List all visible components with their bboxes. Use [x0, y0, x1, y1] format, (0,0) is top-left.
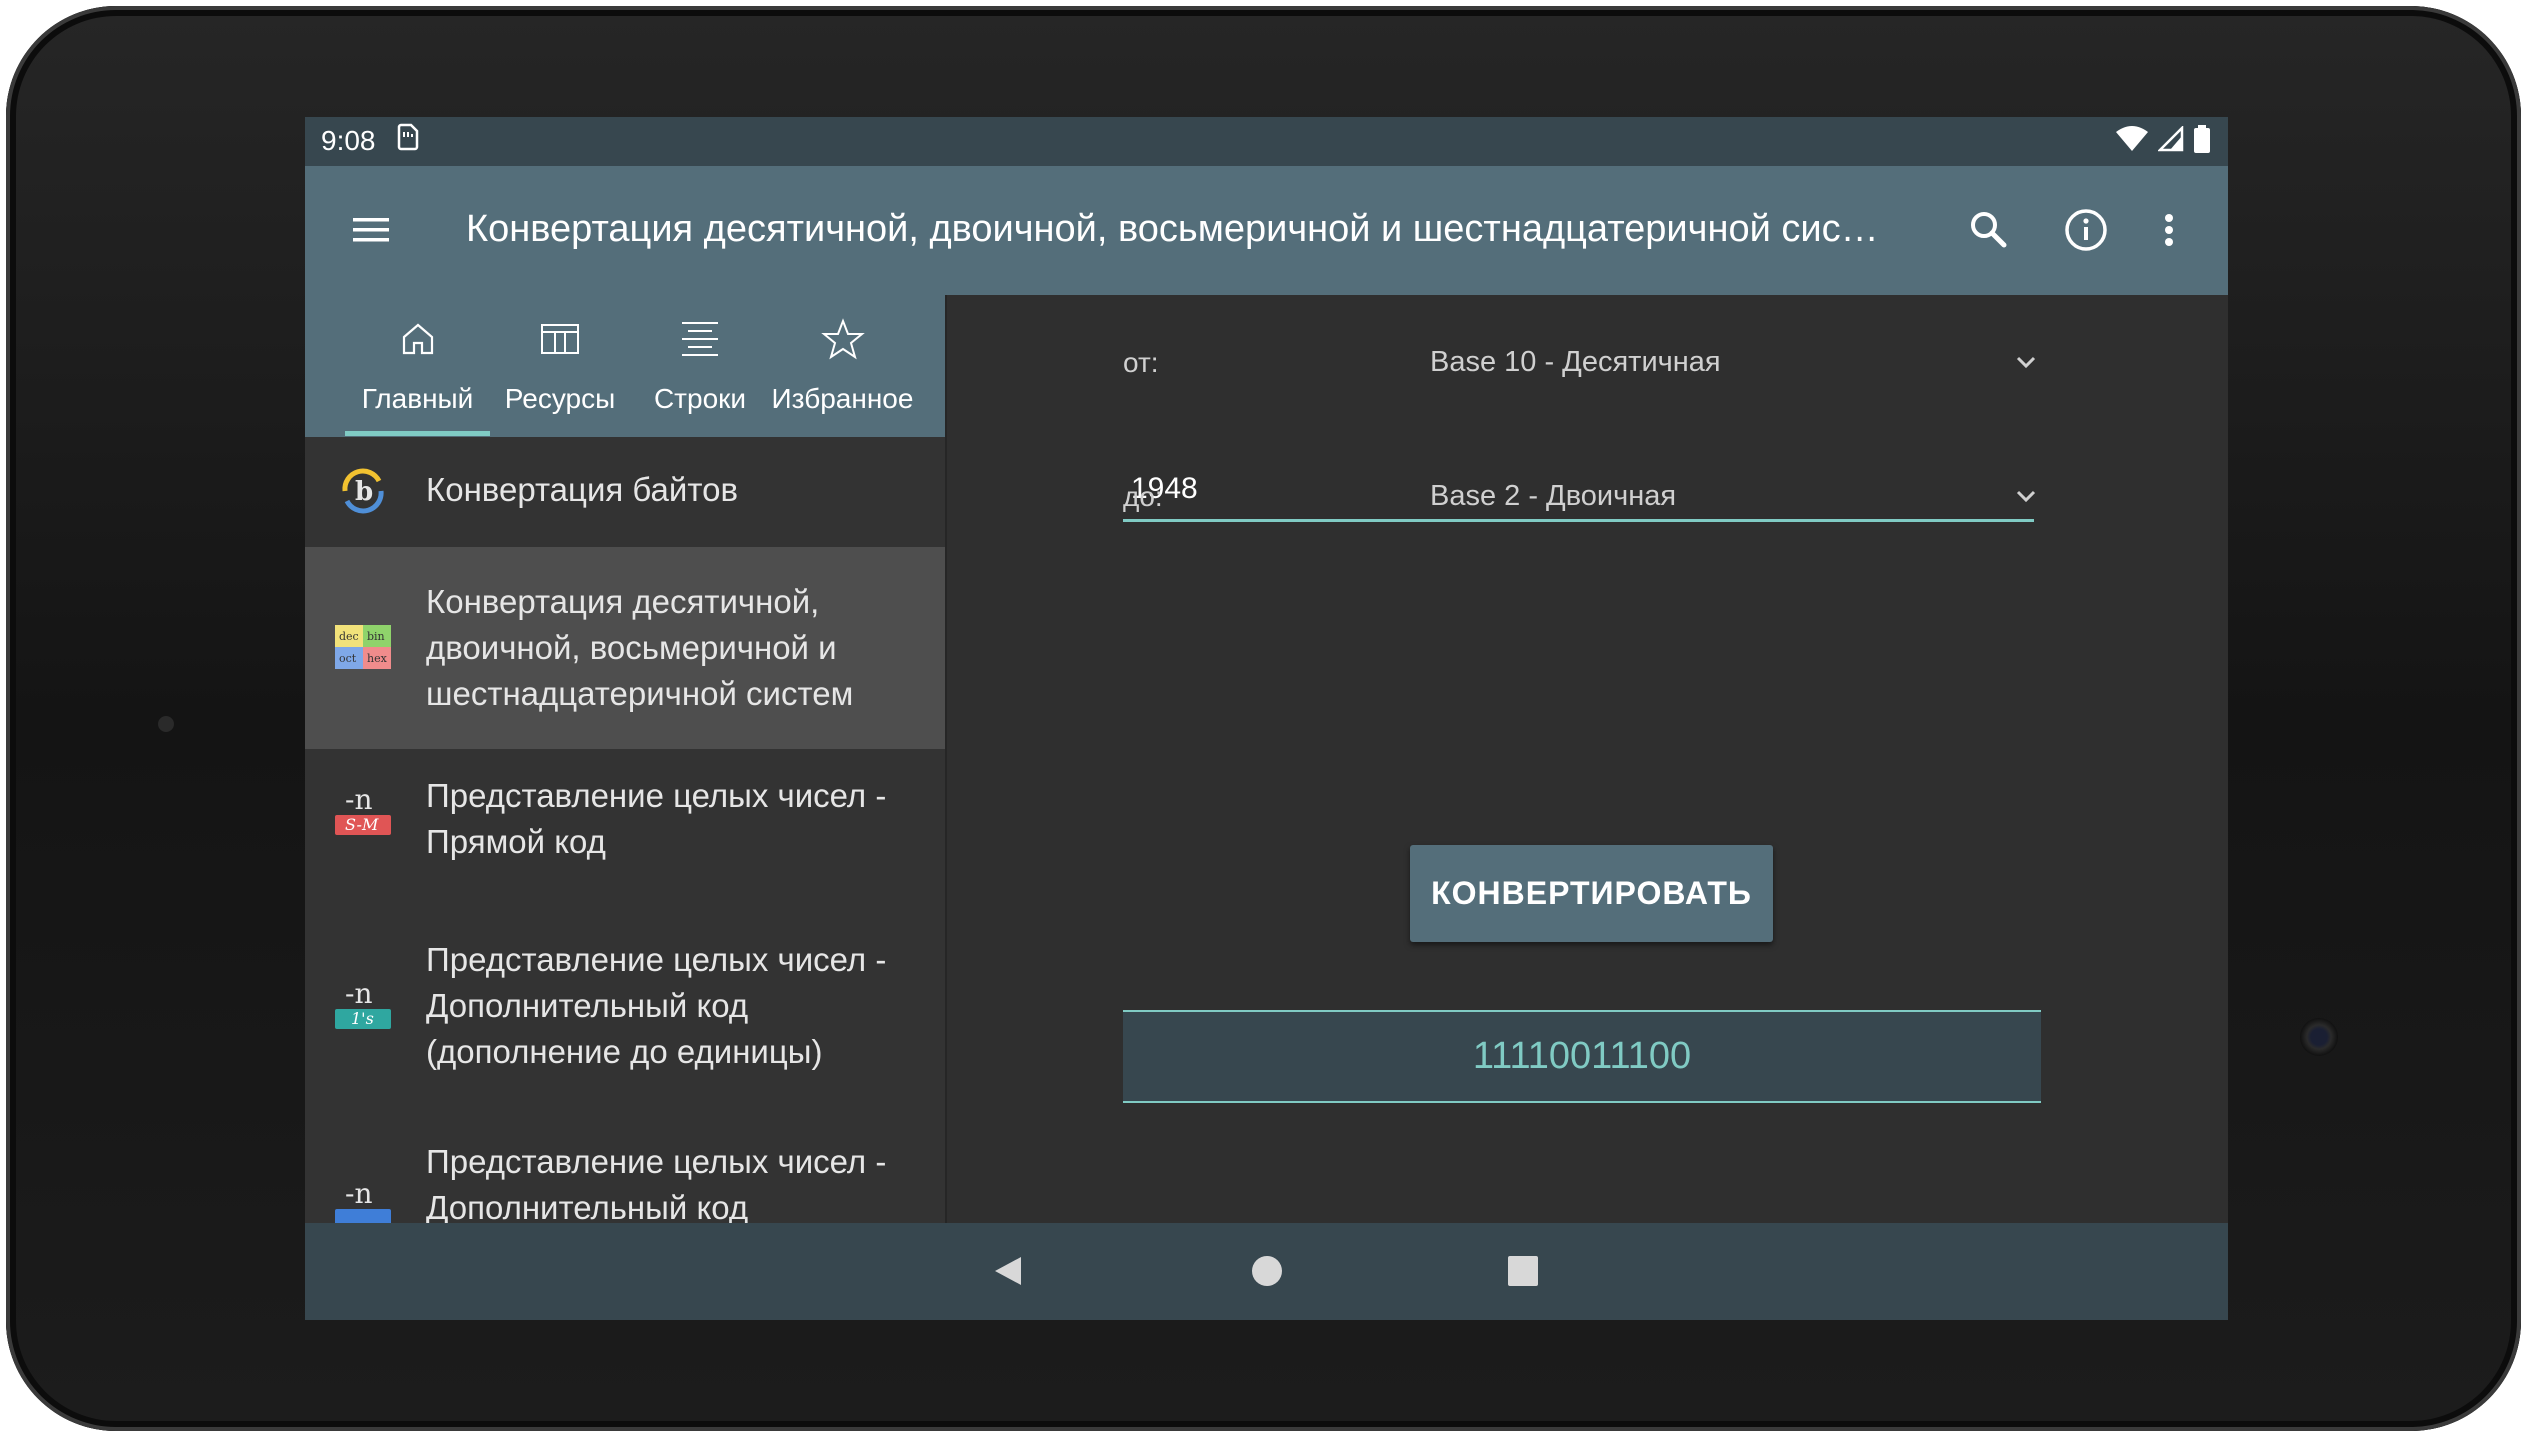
- to-label: до:: [1123, 481, 1163, 512]
- list-item-sign-magnitude[interactable]: -n S-M Представление целых чисел - Прямо…: [305, 749, 945, 919]
- page-title: Конвертация десятичной, двоичной, восьме…: [466, 208, 1886, 250]
- device-screen: 9:08 Конвертация десятичной, двоичной, в…: [305, 117, 2228, 1320]
- table-icon: [538, 317, 582, 361]
- tab-resources[interactable]: Ресурсы: [490, 295, 630, 437]
- icon-text-minus-n: -n: [345, 1177, 373, 1210]
- align-center-icon: [678, 317, 722, 361]
- list-item-label: Конвертация байтов: [426, 471, 738, 508]
- left-panel: Главный Ресурсы Строки Избранное b Конве…: [305, 295, 945, 1223]
- icon-text-bin: bin: [367, 630, 385, 643]
- list-item-twos-complement[interactable]: -n Представление целых чисел - Дополните…: [305, 1119, 945, 1223]
- status-time: 9:08: [321, 125, 376, 156]
- converter-list: b Конвертация байтов dec bin oct hex Кон…: [305, 437, 945, 1223]
- icon-text-ones: 1's: [351, 1009, 374, 1028]
- convert-button[interactable]: КОНВЕРТИРОВАТЬ: [1410, 845, 1773, 942]
- from-base-select[interactable]: Base 10 - Десятичная: [1430, 346, 1721, 379]
- list-item-base-convert[interactable]: dec bin oct hex Конвертация десятичной, …: [305, 547, 945, 749]
- list-item-label: Представление целых чисел - Прямой код: [426, 777, 887, 860]
- chevron-down-icon[interactable]: [2009, 479, 2043, 513]
- result-output: 11110011100: [1123, 1010, 2041, 1103]
- sign-magnitude-icon: -n S-M: [335, 783, 391, 839]
- home-icon: [396, 317, 440, 361]
- info-icon[interactable]: [2060, 204, 2112, 256]
- icon-text-hex: hex: [367, 652, 388, 665]
- tab-label: Строки: [653, 383, 747, 414]
- icon-text-dec: dec: [339, 630, 359, 643]
- app-bar: Конвертация десятичной, двоичной, восьме…: [305, 166, 2228, 295]
- list-item-label: Представление целых чисел - Дополнительн…: [426, 941, 887, 1070]
- sd-card-icon: [397, 123, 419, 158]
- tab-label: Избранное: [771, 383, 914, 414]
- tab-favorites[interactable]: Избранное: [770, 295, 915, 437]
- battery-icon: [2194, 125, 2210, 158]
- star-outline-icon: [820, 317, 865, 361]
- tab-label: Ресурсы: [504, 383, 616, 414]
- list-item-byte-convert[interactable]: b Конвертация байтов: [305, 437, 945, 547]
- tab-label: Главный: [361, 383, 474, 414]
- ones-complement-icon: -n 1's: [335, 977, 391, 1033]
- to-base-select[interactable]: Base 2 - Двоичная: [1430, 480, 1676, 513]
- search-icon[interactable]: [1963, 204, 2015, 256]
- from-label: от:: [1123, 347, 1159, 378]
- recents-icon[interactable]: [1503, 1251, 1543, 1291]
- hamburger-menu-icon[interactable]: [351, 210, 391, 250]
- converter-panel: от: Base 10 - Десятичная 1948 до: Base 2…: [947, 295, 2228, 1223]
- back-icon[interactable]: [989, 1251, 1029, 1291]
- chevron-down-icon[interactable]: [2009, 345, 2043, 379]
- svg-text:b: b: [355, 477, 373, 507]
- dec-bin-oct-hex-icon: dec bin oct hex: [335, 621, 391, 677]
- list-item-label: Конвертация десятичной, двоичной, восьме…: [426, 583, 854, 712]
- cell-signal-icon: [2156, 124, 2184, 157]
- wifi-icon: [2116, 126, 2148, 157]
- front-camera: [2300, 1018, 2338, 1056]
- icon-text-oct: oct: [339, 652, 357, 665]
- status-bar: 9:08: [305, 117, 2228, 166]
- icon-text-sm: S-M: [345, 815, 379, 834]
- icon-text-minus-n: -n: [345, 977, 373, 1010]
- icon-text-minus-n: -n: [345, 783, 373, 816]
- tab-home[interactable]: Главный: [345, 295, 490, 437]
- front-sensor: [158, 716, 174, 732]
- tab-bar: Главный Ресурсы Строки Избранное: [305, 295, 945, 437]
- byte-convert-icon: b: [335, 463, 391, 519]
- selected-tab-indicator: [345, 431, 490, 436]
- list-item-label: Представление целых чисел - Дополнительн…: [426, 1143, 887, 1223]
- home-button-icon[interactable]: [1247, 1251, 1287, 1291]
- twos-complement-icon: -n: [335, 1177, 391, 1223]
- navigation-bar: [305, 1223, 2228, 1320]
- list-item-ones-complement[interactable]: -n 1's Представление целых чисел - Допол…: [305, 919, 945, 1119]
- more-options-icon[interactable]: [2143, 204, 2195, 256]
- tab-strings[interactable]: Строки: [630, 295, 770, 437]
